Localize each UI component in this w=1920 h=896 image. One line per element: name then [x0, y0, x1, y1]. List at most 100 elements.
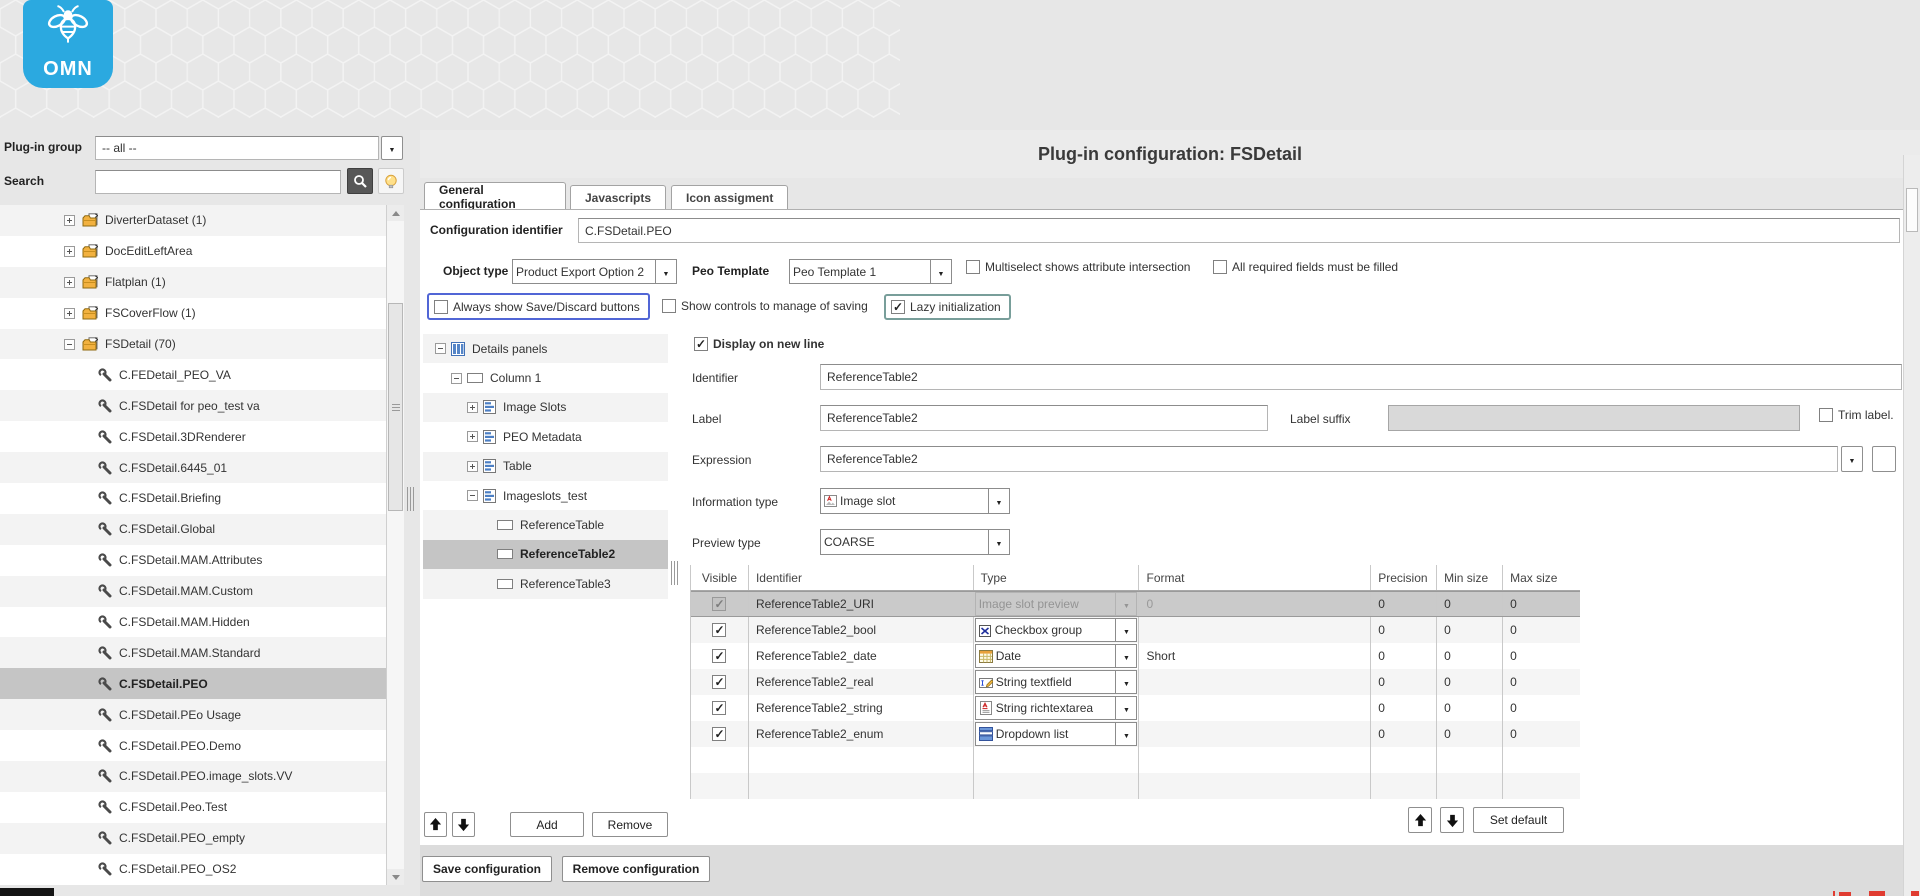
- expand-plus-icon[interactable]: [467, 431, 478, 443]
- type-dropdown-button[interactable]: [1115, 723, 1136, 745]
- display-on-new-line-group[interactable]: Display on new line: [694, 337, 824, 351]
- set-default-button[interactable]: Set default: [1473, 807, 1564, 833]
- tree-scrollbar[interactable]: [386, 205, 404, 885]
- type-select[interactable]: Date: [974, 644, 1138, 668]
- tree-leaf-config[interactable]: C.FSDetail.Peo.Test: [0, 792, 386, 823]
- tree-node-fsdetail[interactable]: FSDetail (70): [0, 328, 386, 360]
- tree-leaf-config[interactable]: C.FSDetail.Global: [0, 513, 386, 545]
- config-identifier-input[interactable]: C.FSDetail.PEO: [578, 218, 1900, 243]
- dtree-node-referencetable[interactable]: ReferenceTable: [423, 510, 668, 540]
- peo-template-dropdown-button[interactable]: [930, 260, 951, 283]
- trim-label-group[interactable]: Trim label.: [1819, 408, 1894, 422]
- dtree-node-column1[interactable]: Column 1: [423, 363, 668, 392]
- expand-plus-icon[interactable]: [467, 401, 478, 413]
- tree-leaf-config[interactable]: C.FSDetail.6445_01: [0, 452, 386, 484]
- collapse-minus-icon[interactable]: [435, 343, 446, 355]
- search-button[interactable]: [347, 168, 373, 194]
- expand-plus-icon[interactable]: [64, 245, 75, 257]
- search-input[interactable]: [95, 170, 341, 194]
- required-fields-checkbox-group[interactable]: All required fields must be filled: [1213, 260, 1398, 274]
- tree-leaf-config[interactable]: C.FSDetail.MAM.Hidden: [0, 607, 386, 638]
- tree-node-fscoverflow[interactable]: FSCoverFlow (1): [0, 298, 386, 329]
- table-row[interactable]: ReferenceTable2_real String textfield 0 …: [691, 669, 1580, 695]
- move-panel-up-button[interactable]: [424, 812, 447, 837]
- plugin-group-select[interactable]: -- all --: [95, 136, 379, 160]
- lazy-initialization-group[interactable]: Lazy initialization: [884, 294, 1011, 320]
- type-dropdown-button[interactable]: [1115, 671, 1136, 693]
- type-dropdown-button[interactable]: [1115, 619, 1136, 641]
- tree-leaf-config[interactable]: C.FSDetail.MAM.Standard: [0, 637, 386, 669]
- table-row-selected[interactable]: ReferenceTable2_URI Image slot preview 0…: [691, 591, 1580, 617]
- expand-plus-icon[interactable]: [64, 214, 75, 226]
- tree-leaf-config[interactable]: C.FSDetail.MAM.Custom: [0, 575, 386, 607]
- scroll-thumb[interactable]: [388, 303, 403, 511]
- tree-leaf-config[interactable]: C.FSDetail.PEo Usage: [0, 699, 386, 731]
- show-controls-checkbox-group[interactable]: Show controls to manage of saving: [662, 299, 868, 313]
- trim-label-checkbox[interactable]: [1819, 408, 1833, 422]
- required-fields-checkbox[interactable]: [1213, 260, 1227, 274]
- dtree-node-image-slots[interactable]: Image Slots: [423, 392, 668, 423]
- table-row[interactable]: ReferenceTable2_string String richtextar…: [691, 695, 1580, 721]
- table-row[interactable]: ReferenceTable2_enum Dropdown list 0 0 0: [691, 721, 1580, 747]
- visible-checkbox[interactable]: [712, 701, 727, 715]
- tree-leaf-config[interactable]: C.FSDetail.PEO.image_slots.VV: [0, 761, 386, 792]
- move-attribute-up-button[interactable]: [1408, 807, 1432, 833]
- scroll-down-button[interactable]: [387, 869, 404, 885]
- object-type-select[interactable]: Product Export Option 2: [512, 259, 677, 284]
- information-type-dropdown-button[interactable]: [988, 489, 1009, 513]
- tree-leaf-config[interactable]: C.FSDetail.PEO_OS2: [0, 854, 386, 885]
- window-scroll-thumb[interactable]: [1906, 188, 1918, 232]
- information-type-select[interactable]: Image slot: [820, 488, 1010, 514]
- visible-checkbox[interactable]: [712, 727, 727, 741]
- expand-plus-icon[interactable]: [64, 276, 75, 288]
- dtree-node-imageslots-test[interactable]: Imageslots_test: [423, 481, 668, 510]
- tree-leaf-config[interactable]: C.FSDetail.MAM.Attributes: [0, 545, 386, 576]
- expand-plus-icon[interactable]: [467, 460, 478, 472]
- lazy-initialization-checkbox[interactable]: [891, 300, 905, 314]
- remove-configuration-button[interactable]: Remove configuration: [562, 856, 710, 882]
- type-select[interactable]: String textfield: [974, 670, 1138, 694]
- visible-checkbox[interactable]: [712, 623, 727, 637]
- collapse-minus-icon[interactable]: [451, 372, 462, 384]
- type-dropdown-button[interactable]: [1115, 697, 1136, 719]
- tree-leaf-config[interactable]: C.FSDetail.PEO.Demo: [0, 730, 386, 761]
- expression-extra-button[interactable]: [1872, 446, 1896, 472]
- tab-general-configuration[interactable]: General configuration: [424, 182, 566, 211]
- always-show-save-discard-group[interactable]: Always show Save/Discard buttons: [427, 293, 650, 320]
- tree-leaf-config[interactable]: C.FSDetail.3DRenderer: [0, 421, 386, 452]
- type-select[interactable]: Dropdown list: [974, 722, 1138, 746]
- save-configuration-button[interactable]: Save configuration: [422, 856, 552, 882]
- tab-icon-assignment[interactable]: Icon assigment: [671, 185, 789, 210]
- dtree-node-peo-metadata[interactable]: PEO Metadata: [423, 422, 668, 451]
- plugin-group-dropdown-button[interactable]: [381, 136, 403, 160]
- collapse-minus-icon[interactable]: [64, 338, 75, 350]
- always-show-save-discard-checkbox[interactable]: [434, 299, 448, 314]
- type-select[interactable]: Checkbox group: [974, 618, 1138, 642]
- multiselect-checkbox-group[interactable]: Multiselect shows attribute intersection: [966, 260, 1190, 274]
- label-input[interactable]: ReferenceTable2: [820, 405, 1268, 431]
- tree-leaf-config[interactable]: C.FSDetail.Briefing: [0, 483, 386, 514]
- sidebar-splitter-handle[interactable]: [407, 487, 414, 511]
- hint-button[interactable]: [378, 168, 404, 194]
- dtree-node-referencetable2-selected[interactable]: ReferenceTable2: [423, 539, 668, 570]
- tree-node-diverterdataset[interactable]: DiverterDataset (1): [0, 205, 386, 236]
- tree-leaf-config[interactable]: C.FEDetail_PEO_VA: [0, 359, 386, 390]
- dtree-node-referencetable3[interactable]: ReferenceTable3: [423, 569, 668, 599]
- details-splitter-handle[interactable]: [671, 561, 678, 585]
- tree-node-flatplan[interactable]: Flatplan (1): [0, 266, 386, 298]
- move-panel-down-button[interactable]: [452, 812, 475, 837]
- visible-checkbox[interactable]: [712, 675, 727, 689]
- remove-button[interactable]: Remove: [592, 812, 668, 837]
- identifier-input[interactable]: ReferenceTable2: [820, 364, 1902, 390]
- peo-template-select[interactable]: Peo Template 1: [789, 259, 952, 284]
- table-row[interactable]: ReferenceTable2_date Date Short 0 0 0: [691, 643, 1580, 669]
- preview-type-dropdown-button[interactable]: [988, 530, 1009, 554]
- scroll-up-button[interactable]: [387, 205, 404, 221]
- tree-node-doceditleftarea[interactable]: DocEditLeftArea: [0, 236, 386, 267]
- expression-dropdown-button[interactable]: [1841, 446, 1863, 472]
- object-type-dropdown-button[interactable]: [655, 260, 676, 283]
- type-select[interactable]: String richtextarea: [974, 696, 1138, 720]
- window-scrollbar[interactable]: [1903, 155, 1920, 896]
- add-button[interactable]: Add: [510, 812, 584, 837]
- move-attribute-down-button[interactable]: [1440, 807, 1464, 833]
